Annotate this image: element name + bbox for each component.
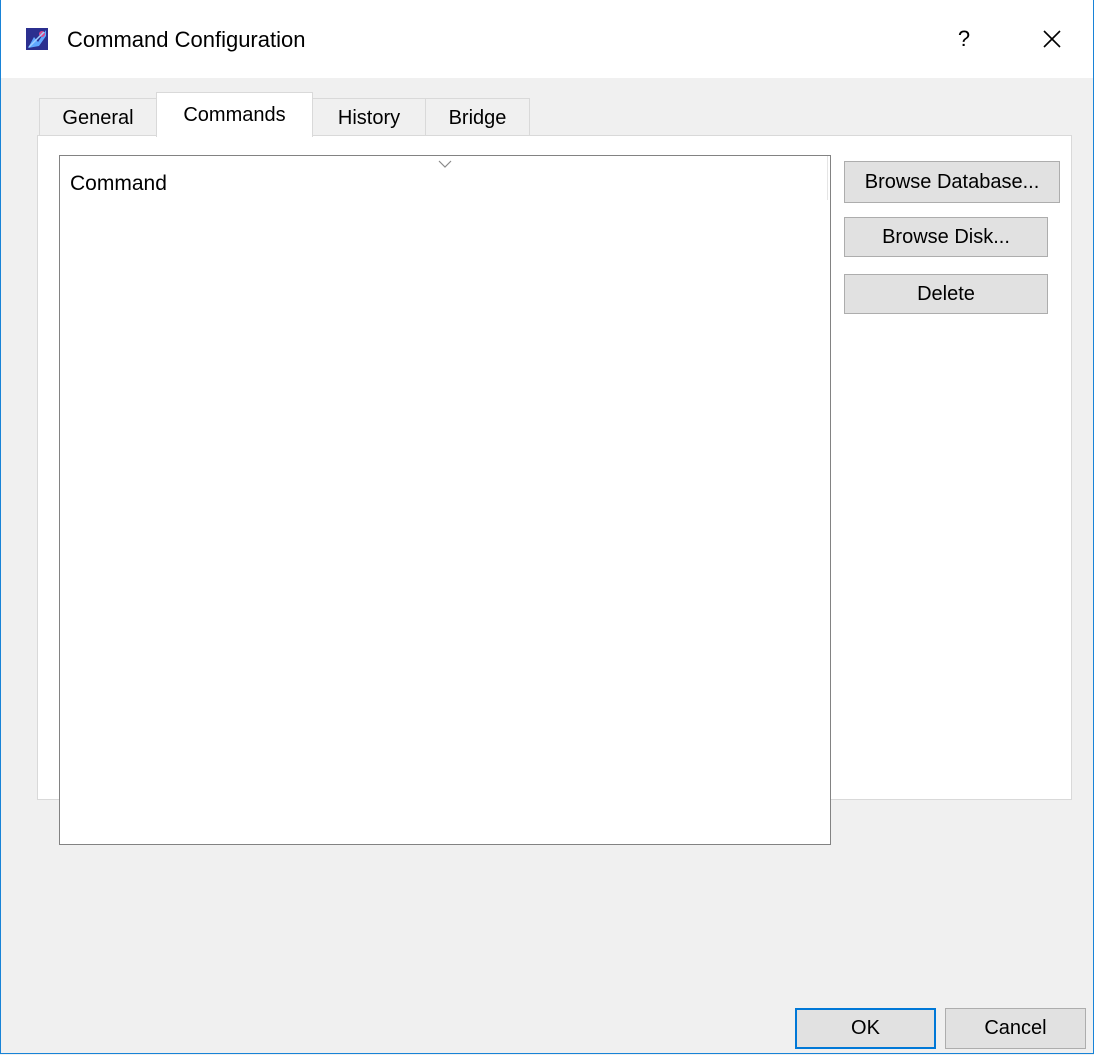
commands-list[interactable]: Command xyxy=(59,155,831,845)
cancel-button[interactable]: Cancel xyxy=(945,1008,1086,1049)
column-header-command[interactable]: Command xyxy=(70,172,167,196)
close-icon xyxy=(1043,30,1061,48)
tab-history[interactable]: History xyxy=(312,98,426,136)
browse-database-button[interactable]: Browse Database... xyxy=(844,161,1060,203)
title-bar: Command Configuration ? xyxy=(1,0,1093,78)
window-title: Command Configuration xyxy=(67,27,306,52)
tab-bridge[interactable]: Bridge xyxy=(425,98,530,136)
browse-disk-button[interactable]: Browse Disk... xyxy=(844,217,1048,257)
column-divider xyxy=(827,156,828,200)
tab-general[interactable]: General xyxy=(39,98,157,136)
tab-commands[interactable]: Commands xyxy=(156,92,313,137)
dialog-window: Command Configuration ? General Commands… xyxy=(0,0,1094,1054)
delete-button[interactable]: Delete xyxy=(844,274,1048,314)
close-button[interactable] xyxy=(1029,20,1075,58)
sort-chevron-icon xyxy=(438,160,452,168)
help-button[interactable]: ? xyxy=(941,20,987,58)
ok-button[interactable]: OK xyxy=(795,1008,936,1049)
app-icon xyxy=(26,28,48,50)
